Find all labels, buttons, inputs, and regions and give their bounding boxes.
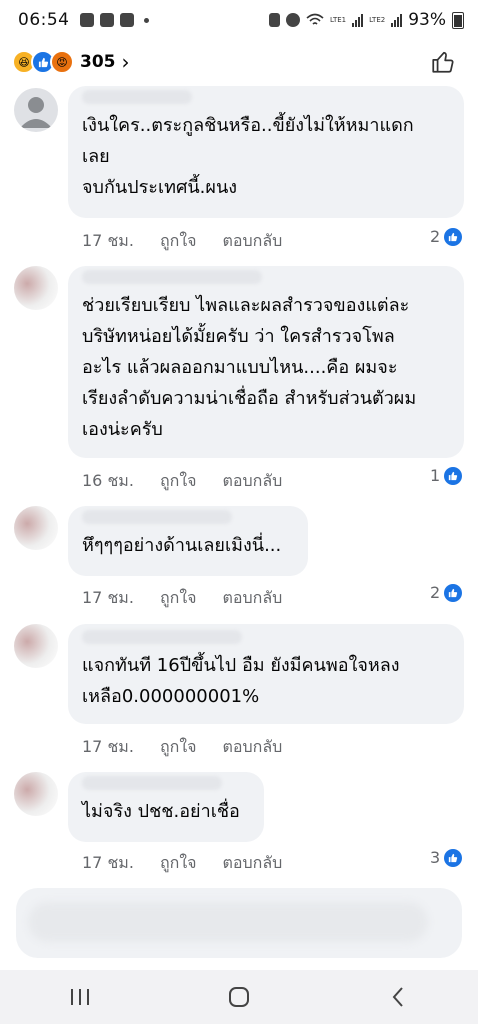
like-badge-icon [444, 848, 463, 867]
comment-text: หึๆๆๆอย่างด้านเลยเมิงนี่... [82, 535, 282, 556]
comment-like-count[interactable]: 1 [430, 466, 463, 485]
chevron-right-icon: › [121, 50, 130, 74]
comment-time: 17 ชม. [82, 231, 134, 250]
comment-like-count[interactable]: 2 [430, 583, 463, 602]
angry-reaction-icon: 😡 [50, 50, 74, 74]
clock: 06:54 [18, 10, 70, 30]
alarm-icon [286, 13, 301, 27]
like-comment-button[interactable]: ถูกใจ [160, 229, 197, 254]
status-bar: 06:54 LTE1 LTE2 93% [0, 0, 478, 40]
battery-percent: 93% [408, 10, 446, 30]
avatar[interactable] [14, 624, 58, 668]
author-name-redacted[interactable] [82, 776, 222, 790]
comment-bubble[interactable]: เงินใคร..ตระกูลชินหรือ..ขี้ยังไม่ให้หมาแ… [68, 86, 464, 218]
comment-text: เงินใคร..ตระกูลชินหรือ..ขี้ยังไม่ให้หมาแ… [82, 115, 414, 198]
comment-time: 17 ชม. [82, 853, 134, 872]
signal-1-icon [352, 13, 364, 27]
reply-button[interactable]: ตอบกลับ [223, 469, 283, 494]
comment-like-count[interactable]: 3 [430, 848, 463, 867]
like-comment-button[interactable]: ถูกใจ [160, 469, 197, 494]
more-notifications-dot [143, 17, 149, 23]
line-app-icon [79, 13, 94, 27]
like-badge-icon [444, 466, 463, 485]
avatar[interactable] [14, 88, 58, 132]
reaction-summary[interactable]: 😆 😡 305 › [12, 50, 130, 74]
gallery-icon [99, 13, 114, 27]
author-name-redacted[interactable] [82, 630, 242, 644]
avatar[interactable] [14, 266, 58, 310]
like-comment-button[interactable]: ถูกใจ [160, 851, 197, 876]
comment-time: 17 ชม. [82, 588, 134, 607]
reply-button[interactable]: ตอบกลับ [223, 586, 283, 611]
home-button[interactable] [219, 982, 259, 1012]
comment-text: ช่วยเรียบเรียบ ไพลและผลสำรวจของแต่ละ บริ… [82, 295, 417, 440]
reaction-count: 305 [80, 52, 116, 72]
reply-button[interactable]: ตอบกลับ [223, 735, 283, 760]
like-comment-button[interactable]: ถูกใจ [160, 735, 197, 760]
author-name-redacted[interactable] [82, 90, 192, 104]
sim1-label: LTE1 [330, 15, 347, 24]
system-nav-bar [0, 970, 478, 1024]
comment-composer[interactable] [16, 888, 462, 958]
sim2-label: LTE2 [369, 15, 386, 24]
battery-saver-icon [269, 13, 281, 27]
comment-bubble[interactable]: หึๆๆๆอย่างด้านเลยเมิงนี่... [68, 506, 308, 576]
reply-button[interactable]: ตอบกลับ [223, 851, 283, 876]
comment-time: 17 ชม. [82, 737, 134, 756]
composer-redacted [28, 902, 428, 942]
like-badge-icon [444, 227, 463, 246]
avatar[interactable] [14, 506, 58, 550]
comment-time: 16 ชม. [82, 471, 134, 490]
author-name-redacted[interactable] [82, 510, 232, 524]
avatar[interactable] [14, 772, 58, 816]
comment-text: แจกทันที 16ปีขึ้นไป อืม ยังมีคนพอใจหลง เ… [82, 655, 400, 707]
comment-bubble[interactable]: ไม่จริง ปชช.อย่าเชื่อ [68, 772, 264, 842]
like-badge-icon [444, 583, 463, 602]
reactions-header: 😆 😡 305 › [0, 40, 478, 84]
tiktok-icon [119, 13, 134, 27]
comment-bubble[interactable]: ช่วยเรียบเรียบ ไพลและผลสำรวจของแต่ละ บริ… [68, 266, 464, 458]
like-comment-button[interactable]: ถูกใจ [160, 586, 197, 611]
comment-bubble[interactable]: แจกทันที 16ปีขึ้นไป อืม ยังมีคนพอใจหลง เ… [68, 624, 464, 724]
back-button[interactable] [378, 982, 418, 1012]
battery-icon [452, 11, 464, 29]
reply-button[interactable]: ตอบกลับ [223, 229, 283, 254]
default-avatar-icon [20, 97, 52, 128]
comment-text: ไม่จริง ปชช.อย่าเชื่อ [82, 801, 240, 822]
comment-like-count[interactable]: 2 [430, 227, 463, 246]
thumbs-up-outline-icon[interactable] [430, 49, 456, 75]
wifi-icon [306, 13, 324, 25]
signal-2-icon [391, 13, 403, 27]
back-icon [392, 987, 404, 1007]
home-icon [228, 987, 249, 1007]
recent-apps-icon [70, 989, 89, 1005]
recent-apps-button[interactable] [60, 982, 100, 1012]
author-name-redacted[interactable] [82, 270, 262, 284]
